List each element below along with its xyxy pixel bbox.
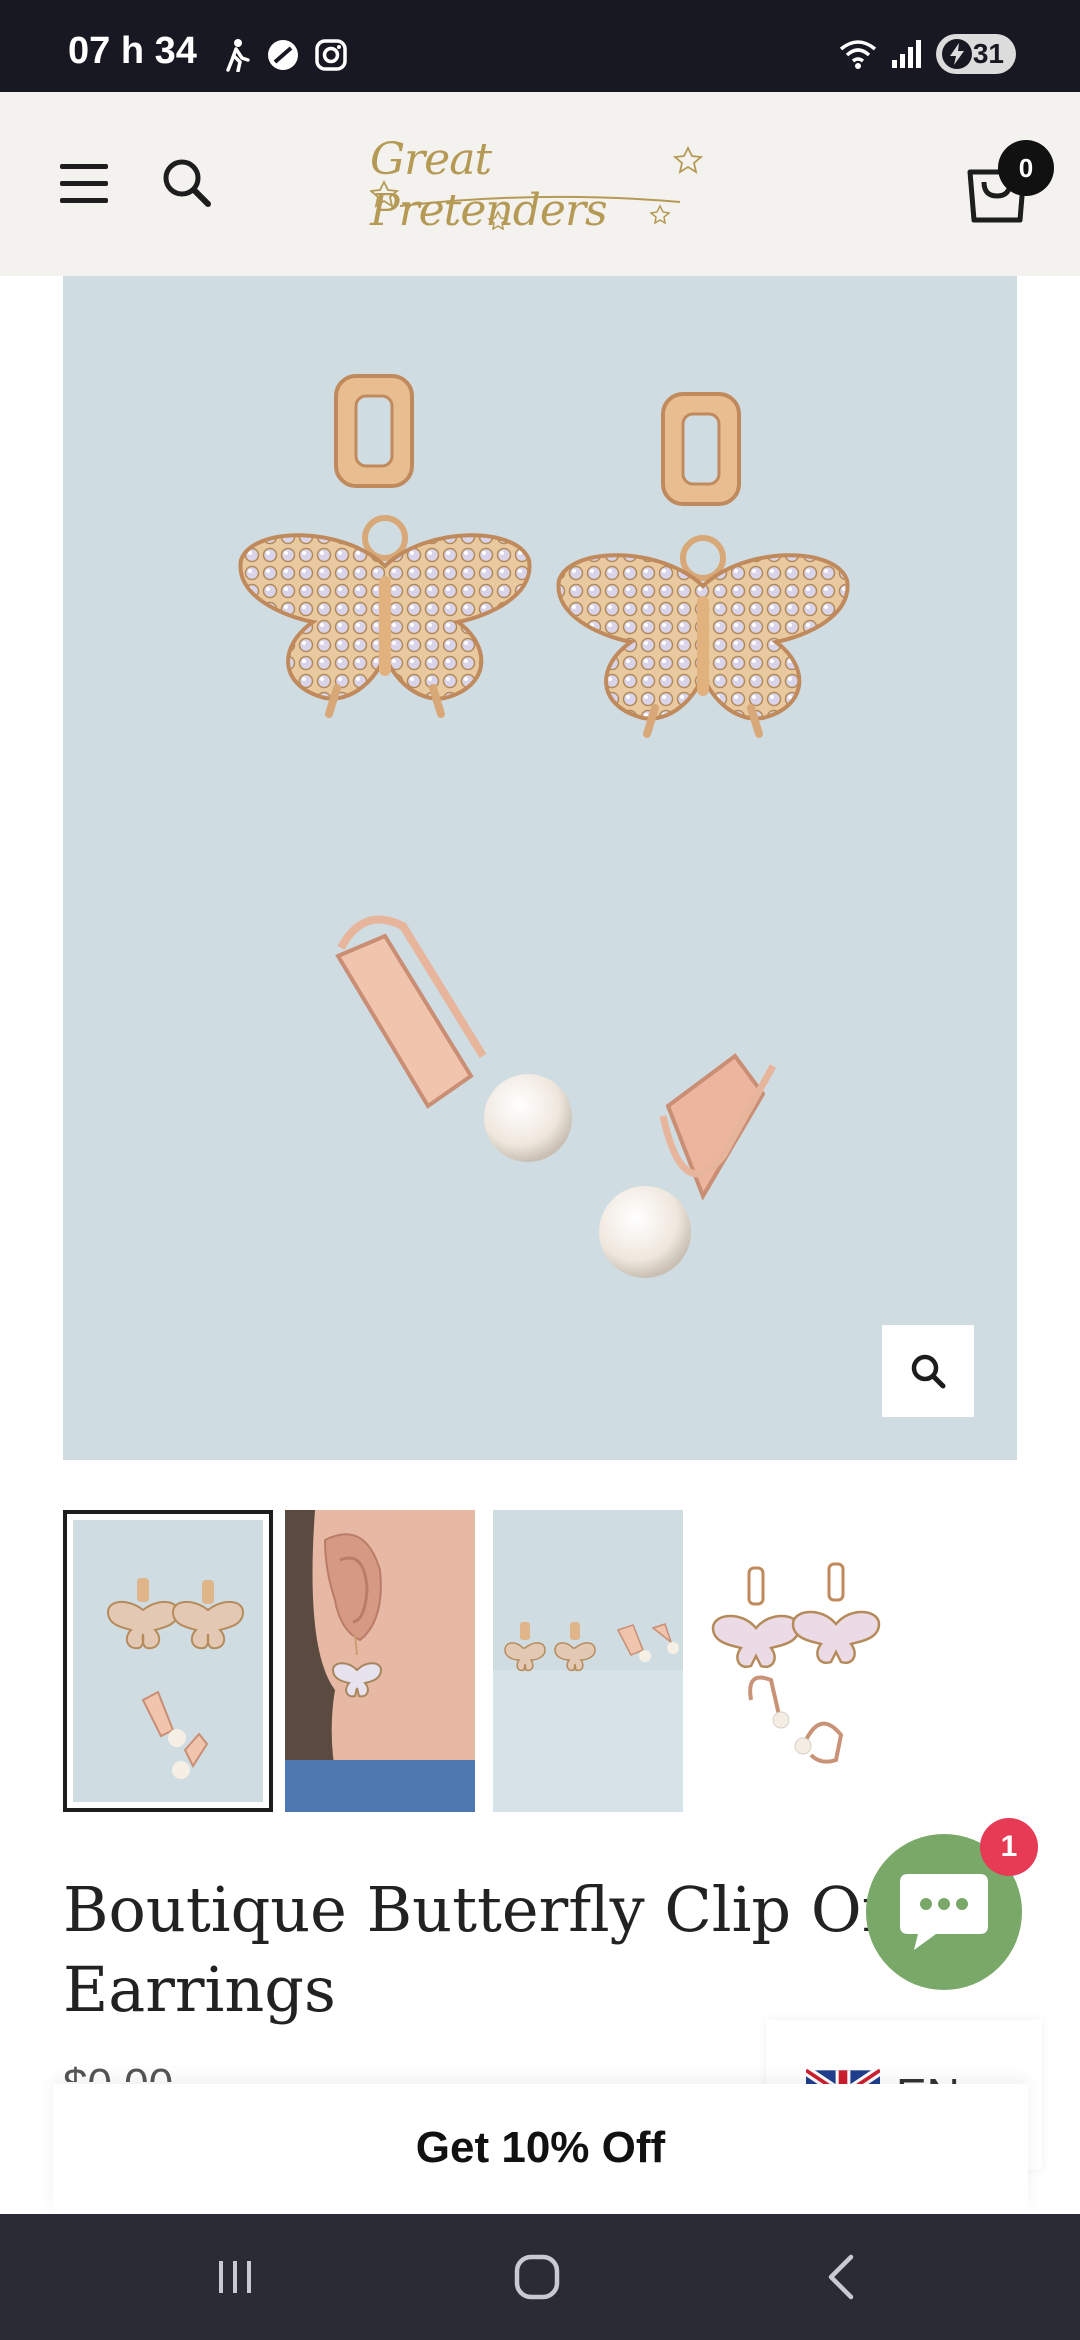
site-header: Great Pretenders 0 xyxy=(0,92,1080,276)
chat-icon xyxy=(900,1874,988,1950)
chat-notification-badge: 1 xyxy=(980,1818,1038,1876)
status-bar: 07 h 34 31 xyxy=(0,0,1080,92)
status-left-icons xyxy=(222,38,348,72)
home-icon[interactable] xyxy=(502,2244,572,2310)
product-main-image[interactable] xyxy=(63,276,1017,1460)
battery-level: 31 xyxy=(972,38,1004,69)
cart-count-badge: 0 xyxy=(998,140,1054,196)
signal-icon xyxy=(892,40,921,68)
walking-icon xyxy=(226,39,250,72)
thumbnail-2[interactable] xyxy=(285,1510,475,1812)
system-nav-bar xyxy=(0,2214,1080,2340)
site-logo[interactable]: Great Pretenders xyxy=(370,134,710,236)
search-icon[interactable] xyxy=(158,154,214,210)
thumbnail-1[interactable] xyxy=(63,1510,273,1812)
instagram-icon xyxy=(315,39,347,71)
wifi-icon xyxy=(839,40,877,69)
recent-apps-icon[interactable] xyxy=(200,2244,270,2310)
discount-label: Get 10% Off xyxy=(415,2123,666,2172)
battery-icon: 31 xyxy=(936,34,1016,74)
thumbnail-3[interactable] xyxy=(493,1510,683,1812)
zoom-icon[interactable] xyxy=(882,1325,974,1417)
discount-banner[interactable]: Get 10% Off xyxy=(53,2084,1028,2212)
menu-icon[interactable] xyxy=(60,164,110,204)
status-time: 07 h 34 xyxy=(68,30,197,72)
no-disturb-icon xyxy=(268,40,298,70)
back-icon[interactable] xyxy=(806,2244,876,2310)
product-title: Boutique Butterfly Clip On Earrings xyxy=(63,1873,902,2026)
status-right-icons: 31 xyxy=(838,34,1016,74)
product-price: $0.00 xyxy=(63,2060,263,2082)
thumbnail-4[interactable] xyxy=(701,1510,891,1812)
thumbnail-strip xyxy=(63,1510,1017,1812)
